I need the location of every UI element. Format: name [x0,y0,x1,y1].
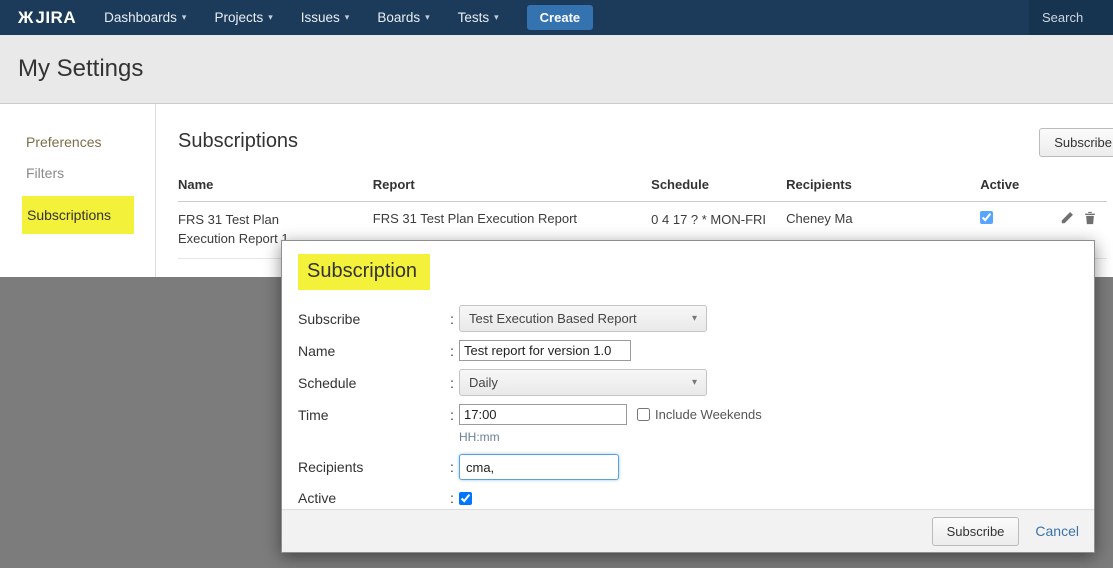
schedule-select[interactable]: Daily ▾ [459,369,707,396]
chevron-down-icon: ▾ [692,377,697,388]
label-colon: : [450,375,459,391]
col-header-recipients: Recipients [786,173,980,202]
jira-logo-text: JIRA [35,8,76,28]
col-header-name: Name [178,173,373,202]
chevron-down-icon: ▾ [425,12,430,23]
label-colon: : [450,490,459,506]
label-colon: : [450,343,459,359]
time-input[interactable] [459,404,627,425]
main-menu: Dashboards ▾ Projects ▾ Issues ▾ Boards … [104,10,499,25]
chevron-down-icon: ▾ [692,313,697,324]
col-header-schedule: Schedule [651,173,786,202]
include-weekends-checkbox[interactable] [637,408,650,421]
label-colon: : [450,407,459,423]
nav-projects[interactable]: Projects ▾ [214,10,272,25]
nav-tests[interactable]: Tests ▾ [458,10,499,25]
jira-logo-icon: Ж [18,8,33,28]
jira-logo[interactable]: Ж JIRA [18,8,76,28]
nav-boards[interactable]: Boards ▾ [377,10,429,25]
schedule-field-label: Schedule [298,375,450,391]
page-title: My Settings [18,55,143,83]
field-row-name: Name : [298,340,1078,361]
nav-issues[interactable]: Issues ▾ [301,10,350,25]
schedule-selected-value: Daily [469,375,498,390]
field-row-time: Time : Include Weekends [298,404,1078,425]
nav-dashboards-label: Dashboards [104,10,177,25]
active-field-label: Active [298,490,450,506]
dialog-header: Subscription [282,241,1094,299]
label-colon: : [450,311,459,327]
screen: Ж JIRA Dashboards ▾ Projects ▾ Issues ▾ … [0,0,1113,568]
dialog-footer: Subscribe Cancel [282,509,1094,552]
subscribe-field-label: Subscribe [298,311,450,327]
sidebar-item-preferences[interactable]: Preferences [26,134,155,150]
create-button[interactable]: Create [527,5,593,30]
label-colon: : [450,459,459,475]
field-row-subscribe: Subscribe : Test Execution Based Report … [298,305,1078,332]
active-checkbox[interactable] [459,492,472,505]
trash-icon[interactable] [1083,211,1097,225]
recipients-field-label: Recipients [298,459,450,475]
edit-icon[interactable] [1060,211,1074,225]
schedule-cron: 0 4 17 ? * MON-FRI [651,211,769,230]
name-input[interactable] [459,340,631,361]
subscriptions-heading: Subscriptions [178,130,1113,153]
chevron-down-icon: ▾ [345,12,350,23]
subscription-dialog: Subscription Subscribe : Test Execution … [281,240,1095,553]
sidebar-item-filters[interactable]: Filters [26,165,155,181]
page-header: My Settings [0,35,1113,104]
nav-tests-label: Tests [458,10,490,25]
time-field-label: Time [298,407,450,423]
recipients-input[interactable] [459,454,619,480]
field-row-recipients: Recipients : [298,454,1078,480]
search-input[interactable]: Search [1029,0,1113,35]
field-row-schedule: Schedule : Daily ▾ [298,369,1078,396]
time-format-hint: HH:mm [459,430,1078,444]
row-active-checkbox[interactable] [980,211,993,224]
sidebar-item-subscriptions[interactable]: Subscriptions [22,196,134,234]
subscribe-button[interactable]: Subscribe [1039,128,1113,157]
dialog-body: Subscribe : Test Execution Based Report … [282,299,1094,506]
modal-cancel-link[interactable]: Cancel [1035,523,1079,539]
nav-dashboards[interactable]: Dashboards ▾ [104,10,186,25]
search-placeholder: Search [1042,10,1083,25]
modal-subscribe-button[interactable]: Subscribe [932,517,1020,546]
chevron-down-icon: ▾ [494,12,499,23]
field-row-active: Active : [298,490,1078,506]
nav-issues-label: Issues [301,10,340,25]
dialog-title: Subscription [298,254,430,290]
col-header-report: Report [373,173,651,202]
nav-boards-label: Boards [377,10,420,25]
include-weekends-option: Include Weekends [637,407,762,422]
include-weekends-label: Include Weekends [655,407,762,422]
col-header-actions [1060,173,1107,202]
table-header-row: Name Report Schedule Recipients Active [178,173,1107,202]
report-type-selected-value: Test Execution Based Report [469,311,637,326]
top-navbar: Ж JIRA Dashboards ▾ Projects ▾ Issues ▾ … [0,0,1113,35]
name-field-label: Name [298,343,450,359]
settings-sidebar: Preferences Filters Subscriptions [0,104,156,277]
chevron-down-icon: ▾ [182,12,187,23]
chevron-down-icon: ▾ [268,12,273,23]
nav-projects-label: Projects [214,10,263,25]
report-type-select[interactable]: Test Execution Based Report ▾ [459,305,707,332]
col-header-active: Active [980,173,1060,202]
